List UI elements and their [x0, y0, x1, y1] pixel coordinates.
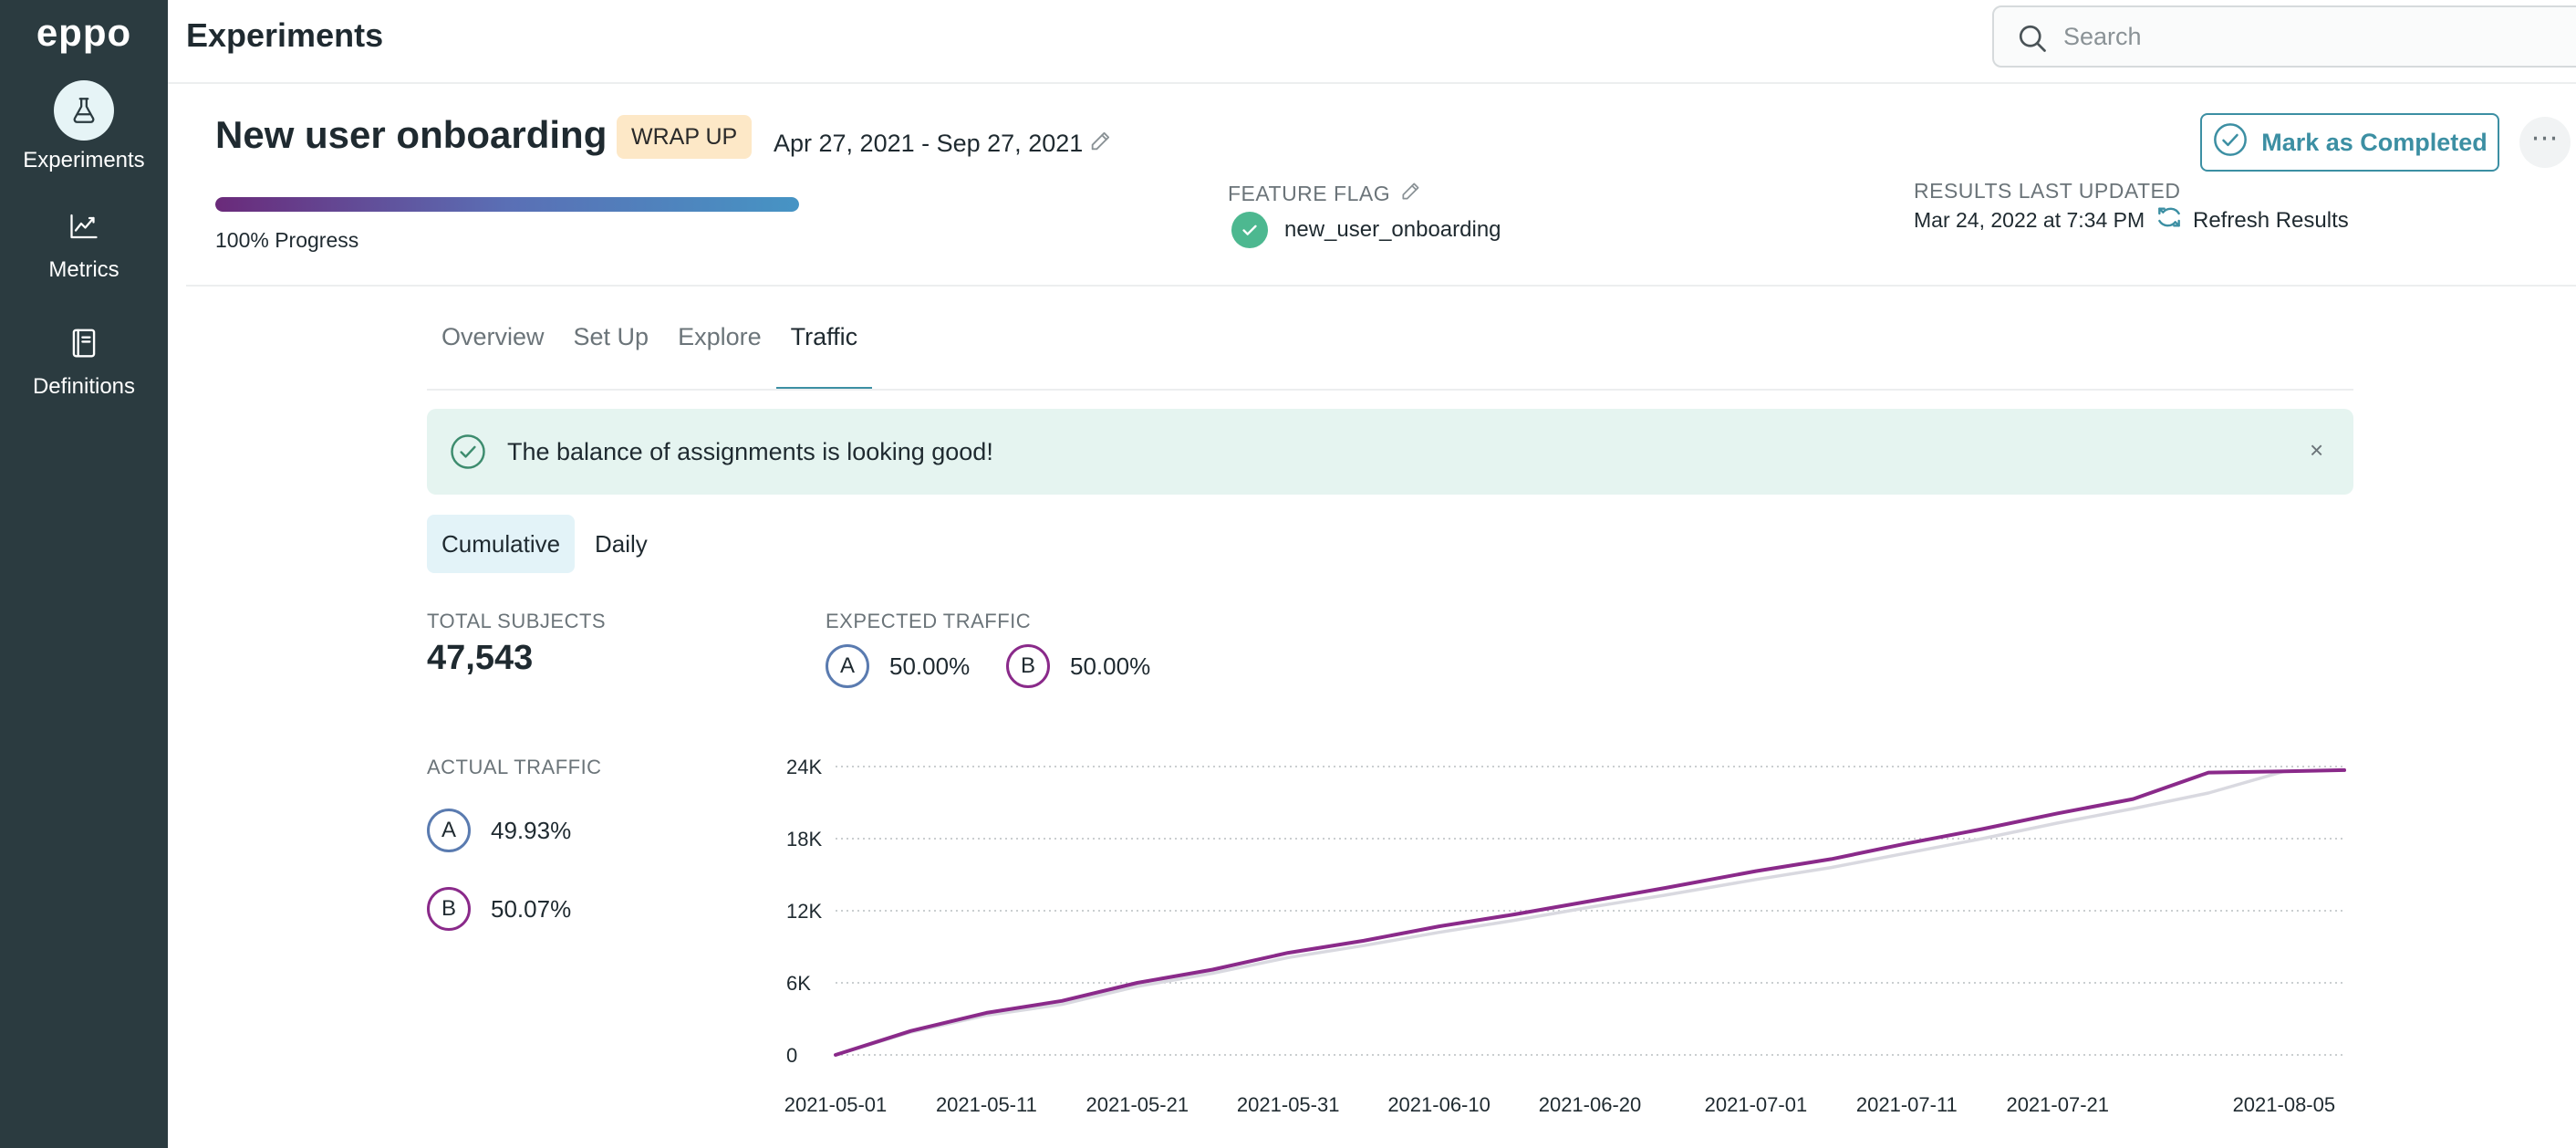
refresh-results-label: Refresh Results: [2193, 207, 2349, 233]
actual-traffic-a-value: 49.93%: [491, 816, 572, 844]
expected-traffic-b-value: 50.00%: [1070, 652, 1151, 680]
x-tick-label: 2021-05-01: [784, 1093, 888, 1116]
tab-traffic[interactable]: Traffic: [775, 310, 873, 391]
variant-a-badge: A: [826, 644, 869, 688]
y-tick-label: 18K: [786, 828, 822, 851]
variant-a-badge: A: [427, 809, 471, 852]
daily-toggle[interactable]: Daily: [580, 515, 662, 573]
search-box[interactable]: [1992, 5, 2576, 68]
x-tick-label: 2021-08-05: [2233, 1093, 2336, 1116]
flask-icon: [54, 80, 114, 141]
section-divider: [186, 285, 2576, 287]
y-tick-label: 24K: [786, 756, 822, 778]
x-tick-label: 2021-05-21: [1086, 1093, 1189, 1116]
feature-flag-label: FEATURE FLAG: [1228, 181, 1391, 205]
expected-traffic-b: B 50.00%: [1006, 644, 1150, 688]
experiment-title: New user onboarding: [215, 113, 608, 156]
actual-traffic-b-value: 50.07%: [491, 894, 572, 923]
check-circle-icon: [449, 433, 487, 475]
header-divider: [168, 82, 2576, 84]
feature-flag[interactable]: new_user_onboarding: [1231, 212, 1501, 248]
ellipsis-icon: ⋯: [2530, 122, 2560, 153]
series-line-a: [834, 768, 2346, 1057]
actual-traffic-a: A 49.93%: [427, 809, 571, 852]
y-tick-label: 0: [786, 1044, 797, 1067]
sidebar-item-label: Metrics: [48, 257, 119, 282]
sidebar-item-label: Experiments: [23, 148, 145, 172]
refresh-icon: [2155, 203, 2184, 238]
pencil-icon[interactable]: [1399, 179, 1423, 208]
total-subjects-label: TOTAL SUBJECTS: [427, 610, 607, 632]
cumulative-toggle[interactable]: Cumulative: [427, 515, 576, 573]
expected-traffic-label: EXPECTED TRAFFIC: [826, 610, 1032, 632]
y-tick-label: 6K: [786, 972, 811, 995]
results-updated-label: RESULTS LAST UPDATED: [1914, 179, 2181, 203]
sidebar-item-metrics[interactable]: Metrics: [0, 203, 168, 283]
refresh-results-button[interactable]: Refresh Results: [2155, 203, 2349, 238]
status-badge: WRAP UP: [617, 115, 753, 159]
x-tick-label: 2021-06-10: [1387, 1093, 1491, 1116]
variant-b-badge: B: [427, 887, 471, 931]
x-tick-label: 2021-06-20: [1539, 1093, 1642, 1116]
search-icon: [2016, 22, 2049, 59]
x-tick-label: 2021-07-21: [2006, 1093, 2109, 1116]
actual-traffic-label: ACTUAL TRAFFIC: [427, 756, 602, 778]
y-tick-label: 12K: [786, 900, 822, 923]
pencil-icon[interactable]: [1088, 128, 1114, 160]
search-input[interactable]: [2063, 18, 2574, 55]
expected-traffic-a-value: 50.00%: [889, 652, 971, 680]
sidebar-item-label: Definitions: [32, 374, 136, 399]
total-subjects-value: 47,543: [427, 639, 534, 677]
feature-flag-heading: FEATURE FLAG: [1228, 179, 1423, 208]
more-options-button[interactable]: ⋯: [2519, 117, 2571, 168]
close-icon[interactable]: ×: [2310, 436, 2323, 464]
x-tick-label: 2021-07-11: [1856, 1093, 1958, 1116]
date-range-text: Apr 27, 2021 - Sep 27, 2021: [774, 130, 1084, 157]
x-tick-label: 2021-07-01: [1705, 1093, 1808, 1116]
check-circle-icon: [1231, 212, 1268, 248]
tab-overview[interactable]: Overview: [427, 310, 559, 391]
balance-alert: The balance of assignments is looking go…: [427, 409, 2353, 495]
actual-traffic-b: B 50.07%: [427, 887, 571, 931]
results-updated-date: Mar 24, 2022 at 7:34 PM: [1914, 208, 2145, 232]
feature-flag-value: new_user_onboarding: [1284, 217, 1501, 242]
variant-b-badge: B: [1006, 644, 1050, 688]
page-title: Experiments: [186, 16, 384, 54]
mark-completed-label: Mark as Completed: [2261, 128, 2488, 156]
date-range[interactable]: Apr 27, 2021 - Sep 27, 2021: [774, 128, 1114, 160]
progress-bar-fill: [215, 197, 799, 212]
x-tick-label: 2021-05-11: [936, 1093, 1037, 1116]
eppo-logo[interactable]: eppo: [0, 11, 168, 55]
progress-label: 100% Progress: [215, 228, 359, 252]
sidebar-item-experiments[interactable]: Experiments: [0, 80, 168, 173]
progress-bar: [215, 197, 799, 212]
traffic-chart: 0 6K 12K 18K 24K 2021-05-01 2021-05-11 2021-05-…: [784, 756, 2346, 1116]
tab-set-up[interactable]: Set Up: [559, 310, 664, 391]
alert-message: The balance of assignments is looking go…: [507, 438, 993, 465]
check-circle-icon: [2212, 121, 2249, 164]
book-icon: [0, 319, 168, 367]
sidebar: eppo Experiments Metrics Definitions: [0, 0, 168, 1148]
x-tick-label: 2021-05-31: [1237, 1093, 1340, 1116]
tab-bar: Overview Set Up Explore Traffic: [427, 310, 872, 391]
mark-completed-button[interactable]: Mark as Completed: [2200, 113, 2499, 172]
trend-chart-icon: [0, 203, 168, 250]
sidebar-item-definitions[interactable]: Definitions: [0, 319, 168, 400]
expected-traffic-a: A 50.00%: [826, 644, 970, 688]
tab-explore[interactable]: Explore: [663, 310, 776, 391]
tabs-divider: [427, 389, 2353, 391]
